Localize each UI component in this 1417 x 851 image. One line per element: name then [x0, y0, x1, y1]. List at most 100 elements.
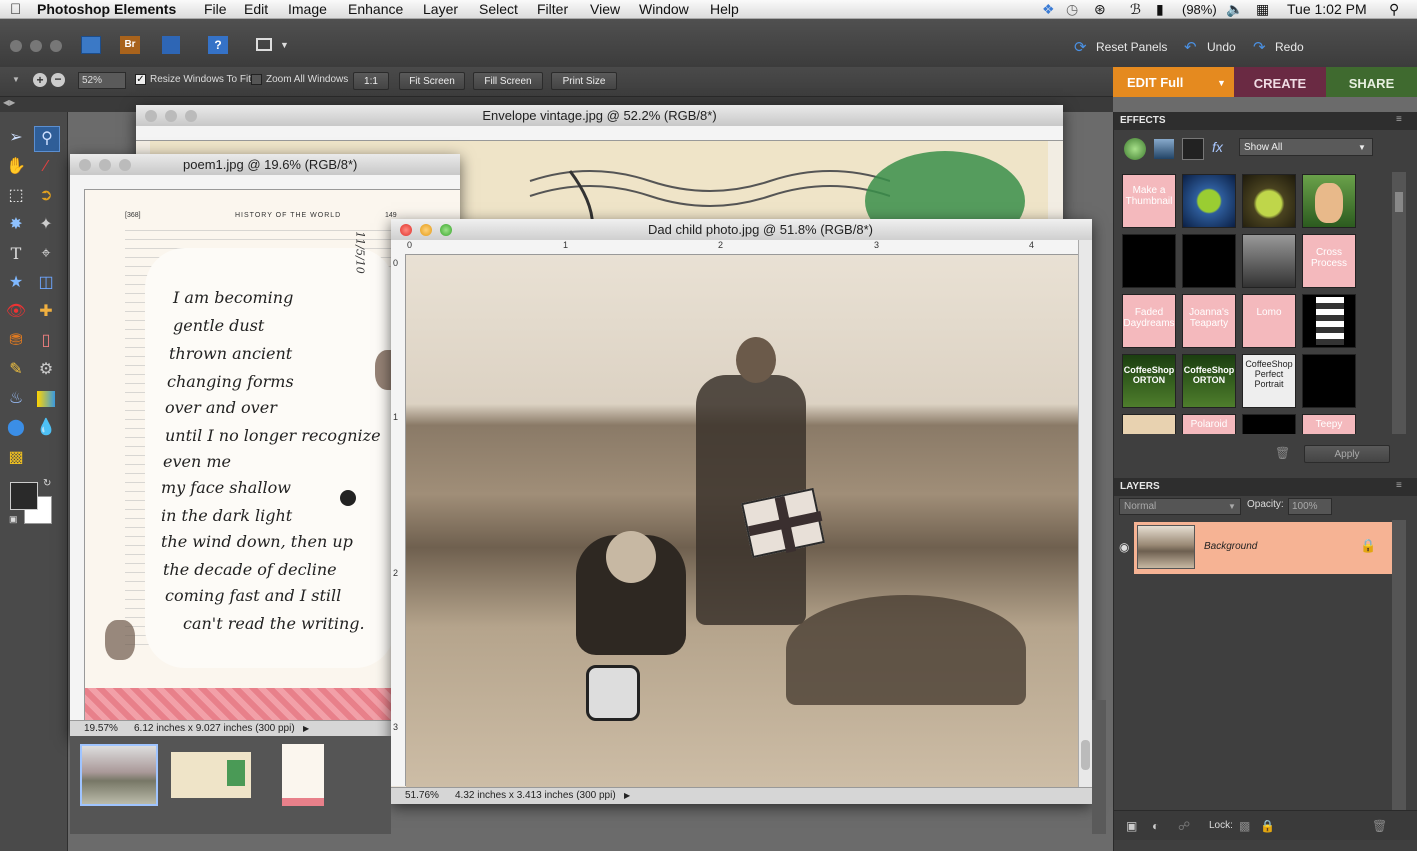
status-menu-icon[interactable]: ▶: [303, 721, 309, 736]
photo-effects-icon[interactable]: [1182, 138, 1204, 160]
dad-titlebar[interactable]: Dad child photo.jpg @ 51.8% (RGB/8*): [391, 219, 1092, 241]
scroll-thumb[interactable]: [1081, 740, 1090, 770]
bluetooth-icon[interactable]: ℬ: [1130, 0, 1141, 19]
zoom-field[interactable]: 52%: [78, 72, 126, 89]
collapse-icon[interactable]: ◀▶: [3, 98, 15, 107]
bridge-button[interactable]: Br: [120, 36, 140, 54]
bin-thumb-poem[interactable]: [282, 744, 324, 806]
effect-thumb[interactable]: Teepy: [1302, 414, 1356, 434]
effect-thumb[interactable]: [1242, 174, 1296, 228]
time-machine-icon[interactable]: ◷: [1066, 0, 1078, 19]
bin-thumb-dad[interactable]: [80, 744, 158, 806]
zoom-button[interactable]: [440, 224, 452, 236]
dropbox-icon[interactable]: ❖: [1042, 0, 1055, 19]
menu-image[interactable]: Image: [288, 0, 327, 19]
effect-thumb[interactable]: [1122, 234, 1176, 288]
scroll-thumb[interactable]: [1395, 192, 1403, 212]
lock-all-icon[interactable]: 🔒: [1260, 819, 1275, 833]
move-tool-icon[interactable]: ➢: [4, 126, 28, 150]
panel-menu-icon[interactable]: ≡: [1396, 480, 1402, 491]
effect-thumb[interactable]: [1302, 294, 1356, 348]
cookie-cutter-icon[interactable]: ★: [4, 271, 28, 295]
marquee-icon[interactable]: ⬚: [4, 184, 28, 208]
window-close-button[interactable]: [10, 40, 22, 52]
shape-tool-icon[interactable]: ⬤: [4, 416, 28, 440]
straighten-icon[interactable]: ◫: [34, 271, 58, 295]
lasso-icon[interactable]: ➲: [34, 184, 58, 208]
menu-file[interactable]: File: [204, 0, 227, 19]
blur-icon[interactable]: 💧: [34, 416, 58, 440]
window-minimize-button[interactable]: [30, 40, 42, 52]
menu-window[interactable]: Window: [639, 0, 689, 19]
effect-thumb[interactable]: Make a Thumbnail: [1122, 174, 1176, 228]
bin-thumb-envelope[interactable]: [171, 752, 251, 798]
chevron-down-icon[interactable]: ▼: [280, 40, 289, 50]
magic-wand-icon[interactable]: ✸: [4, 213, 28, 237]
tab-create[interactable]: CREATE: [1234, 67, 1326, 97]
status-menu-icon[interactable]: ▶: [624, 788, 630, 803]
menu-view[interactable]: View: [590, 0, 620, 19]
effect-thumb[interactable]: [1302, 174, 1356, 228]
effects-header[interactable]: EFFECTS: [1114, 112, 1417, 130]
help-icon[interactable]: ?: [208, 36, 228, 54]
gradient-icon[interactable]: [37, 391, 55, 407]
smart-brush-icon[interactable]: ⚙: [34, 358, 58, 382]
layers-scrollbar[interactable]: [1392, 520, 1406, 810]
redo-button[interactable]: Redo: [1275, 40, 1304, 54]
effect-thumb[interactable]: CoffeeShop ORTON: [1182, 354, 1236, 408]
trash-icon[interactable]: 🗑: [1275, 446, 1290, 460]
undo-icon[interactable]: ↶: [1184, 38, 1197, 56]
poem-titlebar[interactable]: poem1.jpg @ 19.6% (RGB/8*): [70, 154, 460, 176]
tool-preset-icon[interactable]: ▼: [12, 75, 20, 84]
menu-edit[interactable]: Edit: [244, 0, 268, 19]
battery-icon[interactable]: ▮: [1156, 0, 1164, 19]
layer-styles-icon[interactable]: [1154, 139, 1174, 159]
effects-scrollbar[interactable]: [1392, 172, 1406, 434]
swap-colors-icon[interactable]: ↻: [43, 478, 51, 489]
volume-icon[interactable]: 🔈: [1226, 0, 1243, 19]
hand-tool-icon[interactable]: ✋: [4, 155, 28, 179]
minimize-button[interactable]: [165, 110, 177, 122]
undo-button[interactable]: Undo: [1207, 40, 1236, 54]
adjustment-layer-icon[interactable]: ◐: [1152, 819, 1159, 833]
fx-icon[interactable]: fx: [1212, 139, 1223, 155]
reset-panels-button[interactable]: Reset Panels: [1096, 40, 1167, 54]
clock[interactable]: Tue 1:02 PM: [1287, 0, 1367, 19]
app-menu[interactable]: Photoshop Elements: [37, 0, 176, 19]
effect-thumb[interactable]: Polaroid: [1182, 414, 1236, 434]
eraser-icon[interactable]: ▯: [34, 329, 58, 353]
effect-thumb[interactable]: Faded Daydreams: [1122, 294, 1176, 348]
clone-stamp-icon[interactable]: ⛃: [4, 329, 28, 353]
envelope-titlebar[interactable]: Envelope vintage.jpg @ 52.2% (RGB/8*): [136, 105, 1063, 127]
quick-selection-icon[interactable]: ✦: [34, 213, 58, 237]
fit-screen-button[interactable]: Fit Screen: [399, 72, 465, 90]
doc-area-scrollbar[interactable]: [1092, 700, 1106, 834]
zoom-in-icon[interactable]: +: [33, 73, 47, 87]
effect-thumb[interactable]: CoffeeShop Perfect Portrait: [1242, 354, 1296, 408]
menu-enhance[interactable]: Enhance: [348, 0, 403, 19]
effect-thumb[interactable]: [1182, 174, 1236, 228]
close-button[interactable]: [400, 224, 412, 236]
redo-icon[interactable]: ↷: [1253, 38, 1266, 56]
menu-layer[interactable]: Layer: [423, 0, 458, 19]
paint-bucket-icon[interactable]: ♨: [4, 387, 28, 411]
zoom-button[interactable]: [119, 159, 131, 171]
zoom-all-windows-checkbox[interactable]: [251, 74, 262, 85]
panel-menu-icon[interactable]: ≡: [1396, 114, 1402, 125]
wifi-icon[interactable]: ⊛: [1094, 0, 1106, 19]
dad-document-window[interactable]: Dad child photo.jpg @ 51.8% (RGB/8*) 0 1…: [391, 219, 1092, 804]
fill-screen-button[interactable]: Fill Screen: [473, 72, 543, 90]
red-eye-icon[interactable]: 👁: [4, 300, 28, 324]
print-size-button[interactable]: Print Size: [551, 72, 617, 90]
effect-thumb[interactable]: CoffeeShop ORTON: [1122, 354, 1176, 408]
vertical-scrollbar[interactable]: [1078, 240, 1092, 787]
menu-select[interactable]: Select: [479, 0, 518, 19]
menu-filter[interactable]: Filter: [537, 0, 568, 19]
delete-layer-icon[interactable]: 🗑: [1372, 819, 1387, 833]
apple-icon[interactable]: : [10, 0, 21, 19]
poem-zoom[interactable]: 19.57%: [84, 721, 118, 736]
eyedropper-icon[interactable]: ⁄: [34, 155, 58, 179]
chevron-down-icon[interactable]: ▼: [1217, 67, 1226, 99]
arrange-icon[interactable]: [256, 38, 272, 51]
save-icon[interactable]: [162, 36, 180, 54]
